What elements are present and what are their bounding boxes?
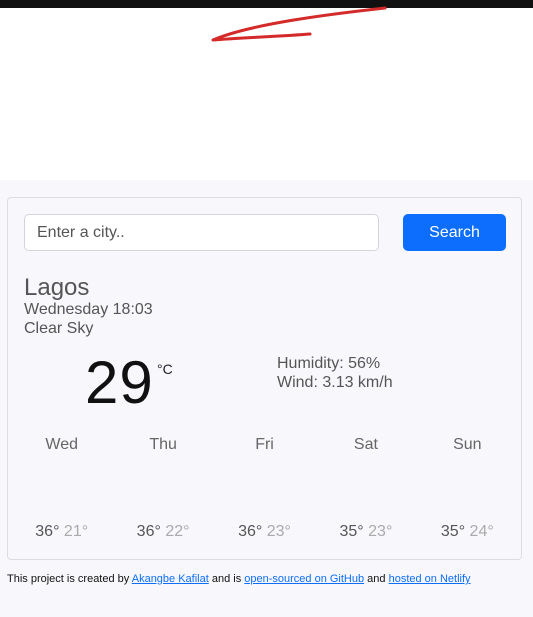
footer-text: This project is created by	[7, 573, 132, 585]
forecast-row: Wed 36° 21° Thu 36° 22° Fri 36° 23° Sat …	[11, 436, 518, 546]
forecast-day-name: Fri	[255, 436, 274, 453]
forecast-max-temp: 35°	[339, 523, 364, 540]
forecast-min-temp: 24°	[469, 523, 494, 540]
forecast-temps: 36° 22°	[112, 523, 213, 541]
footer: This project is created by Akangbe Kafil…	[7, 573, 471, 585]
forecast-min-temp: 21°	[63, 523, 89, 540]
netlify-link[interactable]: hosted on Netlify	[389, 573, 471, 585]
temperature-unit: °C	[157, 361, 173, 377]
forecast-min-temp: 23°	[266, 523, 291, 540]
forecast-day: Sat 35° 23°	[315, 436, 416, 546]
github-link[interactable]: open-sourced on GitHub	[244, 573, 364, 585]
forecast-day-name: Sat	[353, 436, 378, 453]
footer-text: and is	[208, 573, 245, 585]
forecast-temps: 36° 21°	[11, 523, 112, 541]
forecast-day-name: Thu	[149, 436, 177, 453]
wind-speed: Wind: 3.13 km/h	[277, 374, 393, 391]
forecast-min-temp: 23°	[368, 523, 393, 540]
forecast-temps: 35° 23°	[315, 523, 416, 541]
forecast-day: Thu 36° 22°	[112, 436, 213, 546]
forecast-max-temp: 35°	[440, 523, 466, 540]
search-button[interactable]: Search	[403, 214, 506, 251]
author-link[interactable]: Akangbe Kafilat	[132, 573, 209, 585]
forecast-day-name: Sun	[453, 436, 482, 453]
forecast-day: Fri 36° 23°	[214, 436, 315, 546]
forecast-day: Sun 35° 24°	[417, 436, 518, 546]
date-time: Wednesday 18:03	[24, 301, 153, 318]
current-temperature: 29	[85, 349, 154, 416]
forecast-temps: 36° 23°	[214, 523, 315, 541]
forecast-min-temp: 22°	[165, 523, 190, 540]
forecast-day-name: Wed	[45, 436, 78, 453]
forecast-max-temp: 36°	[35, 523, 60, 540]
red-scribble	[211, 6, 387, 42]
city-name: Lagos	[24, 274, 90, 301]
forecast-max-temp: 36°	[238, 523, 263, 540]
humidity: Humidity: 56%	[277, 355, 381, 372]
weather-description: Clear Sky	[24, 320, 94, 337]
forecast-max-temp: 36°	[136, 523, 161, 540]
forecast-temps: 35° 24°	[417, 523, 518, 541]
city-search-input[interactable]	[24, 214, 379, 251]
forecast-day: Wed 36° 21°	[11, 436, 112, 546]
footer-text: and	[364, 573, 389, 585]
